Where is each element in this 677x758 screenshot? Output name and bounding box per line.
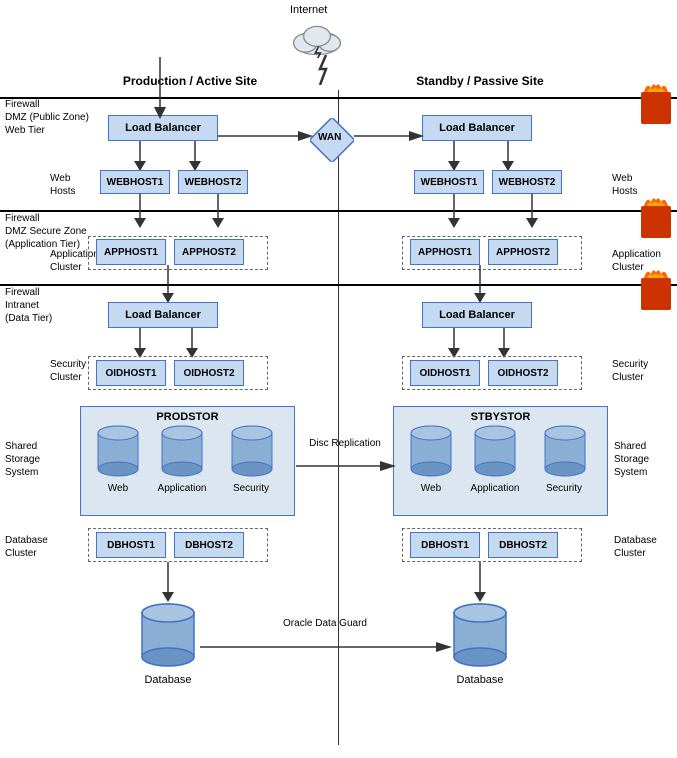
lightning-icon <box>316 55 332 85</box>
arrow-stbydb-db <box>470 562 490 602</box>
prod-storage-label: Shared Storage System <box>5 440 40 479</box>
arrow-wan-stby <box>354 128 424 144</box>
prod-drum-web-label: Web <box>93 483 143 494</box>
prod-storage-container: PRODSTOR Web Application Security <box>80 406 295 516</box>
production-header: Production / Active Site <box>90 74 290 88</box>
fw2-label: Firewall DMZ Secure Zone (Application Ti… <box>5 212 87 251</box>
arrow-stby-wh2-app <box>522 194 542 228</box>
disc-replication-arrow <box>296 456 396 476</box>
wan-label: WAN <box>318 132 341 143</box>
arrow-prod-wan <box>218 128 313 144</box>
prod-drum-app-label: Application <box>149 483 215 494</box>
prod-lb2: Load Balancer <box>108 302 218 328</box>
firewall2-icon <box>639 196 673 240</box>
prod-apphost2: APPHOST2 <box>174 239 244 265</box>
diagram: Internet Production / Active Site Standb… <box>0 0 677 758</box>
stby-oidhost2: OIDHOST2 <box>488 360 558 386</box>
arrow-prodlb2-oid1 <box>130 328 150 358</box>
stby-lb2: Load Balancer <box>422 302 532 328</box>
stby-database-label: Database <box>444 674 516 686</box>
arrow-stbylb-wh1 <box>444 141 464 171</box>
arrow-wh1-app <box>130 194 150 228</box>
arrow-wh2-app <box>208 194 228 228</box>
stby-storage-label: Shared Storage System <box>614 440 649 479</box>
stby-dbhost2: DBHOST2 <box>488 532 558 558</box>
arrow-stbyapp-lb2 <box>470 265 490 303</box>
stby-dbhost1: DBHOST1 <box>410 532 480 558</box>
stby-database-icon <box>450 603 510 671</box>
stby-webhost1: WEBHOST1 <box>414 170 484 194</box>
stby-storage-title: STBYSTOR <box>394 407 607 427</box>
disc-replication-label: Disc Replication <box>300 438 390 449</box>
prod-drum-web <box>95 425 141 481</box>
cloud-icon <box>282 18 352 58</box>
stby-drum-app-label: Application <box>462 483 528 494</box>
stby-drum-sec-label: Security <box>536 483 592 494</box>
arrow-stby-wh1-app <box>444 194 464 228</box>
firewall-line-1 <box>0 97 677 99</box>
prod-storage-title: PRODSTOR <box>81 407 294 427</box>
arrow-cloud-prod <box>140 57 180 119</box>
stby-apphost2: APPHOST2 <box>488 239 558 265</box>
arrow-prodlb-wh2 <box>185 141 205 171</box>
prod-dbhost1: DBHOST1 <box>96 532 166 558</box>
prod-oidhost1: OIDHOST1 <box>96 360 166 386</box>
prod-webhost2: WEBHOST2 <box>178 170 248 194</box>
arrow-stbylb2-oid2 <box>494 328 514 358</box>
fw1-label: Firewall DMZ (Public Zone) Web Tier <box>5 98 89 137</box>
prod-database-label: Database <box>132 674 204 686</box>
stby-apphost1: APPHOST1 <box>410 239 480 265</box>
prod-oidhost2: OIDHOST2 <box>174 360 244 386</box>
internet-label: Internet <box>290 4 327 16</box>
arrow-prodapp-lb2 <box>158 265 178 303</box>
prod-drum-app <box>159 425 205 481</box>
stby-seccluster-label: Security Cluster <box>612 358 648 384</box>
stby-webhosts-label: Web Hosts <box>612 172 638 198</box>
oracle-dataguard-label: Oracle Data Guard <box>280 618 370 629</box>
oracle-dataguard-arrow <box>200 637 452 657</box>
prod-drum-sec-label: Security <box>223 483 279 494</box>
stby-drum-sec <box>542 425 588 481</box>
prod-seccluster-label: Security Cluster <box>50 358 86 384</box>
stby-drum-app <box>472 425 518 481</box>
firewall1-icon <box>639 82 673 126</box>
arrow-proddb-db <box>158 562 178 602</box>
stby-drum-web-label: Web <box>406 483 456 494</box>
prod-webhosts-label: Web Hosts <box>50 172 76 198</box>
arrow-stbylb-wh2 <box>498 141 518 171</box>
stby-lb1: Load Balancer <box>422 115 532 141</box>
prod-drum-sec <box>229 425 275 481</box>
prod-database-icon <box>138 603 198 671</box>
wan-diamond: WAN <box>310 118 354 162</box>
prod-apphost1: APPHOST1 <box>96 239 166 265</box>
firewall-line-2 <box>0 210 677 212</box>
stby-storage-container: STBYSTOR Web Application Security <box>393 406 608 516</box>
arrow-stbylb2-oid1 <box>444 328 464 358</box>
stby-oidhost1: OIDHOST1 <box>410 360 480 386</box>
prod-dbhost2: DBHOST2 <box>174 532 244 558</box>
arrow-prodlb2-oid2 <box>182 328 202 358</box>
prod-dbcluster-label: Database Cluster <box>5 534 48 560</box>
firewall-line-3 <box>0 284 677 286</box>
standby-header: Standby / Passive Site <box>370 74 590 88</box>
stby-drum-web <box>408 425 454 481</box>
stby-dbcluster-label: Database Cluster <box>614 534 657 560</box>
arrow-prodlb-wh1 <box>130 141 150 171</box>
firewall3-icon <box>639 268 673 312</box>
prod-webhost1: WEBHOST1 <box>100 170 170 194</box>
fw3-label: Firewall Intranet (Data Tier) <box>5 286 52 325</box>
stby-webhost2: WEBHOST2 <box>492 170 562 194</box>
